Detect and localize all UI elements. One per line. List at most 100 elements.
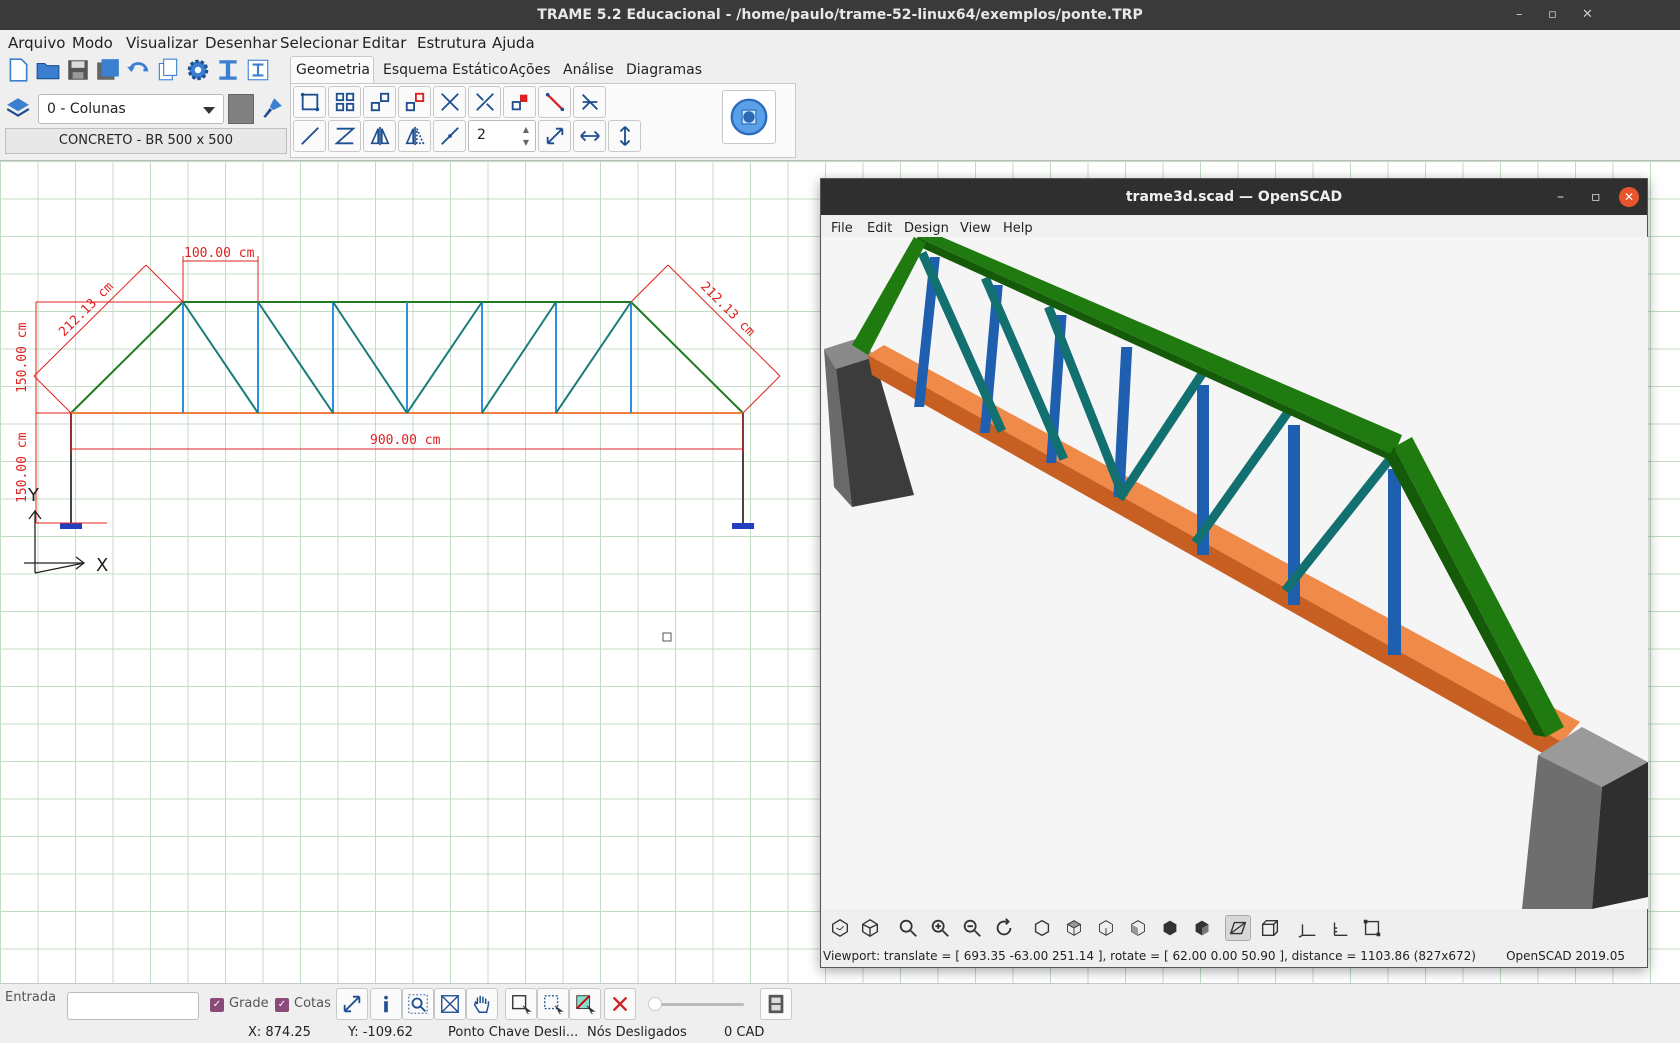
copy-node-button[interactable] [398, 86, 431, 118]
tab-diagramas[interactable]: Diagramas [626, 62, 702, 78]
os-view-right-button[interactable] [1029, 915, 1055, 941]
paint-button[interactable] [256, 92, 288, 124]
cancel-button[interactable] [604, 988, 636, 1020]
grid-array-button[interactable] [328, 86, 361, 118]
os-zoom-in-button[interactable] [927, 915, 953, 941]
pan-button[interactable] [466, 988, 498, 1020]
join-nodes-button[interactable] [503, 86, 536, 118]
menu-editar[interactable]: Editar [362, 34, 406, 52]
zoom-extents-button[interactable] [336, 988, 368, 1020]
menu-estrutura[interactable]: Estrutura [417, 34, 487, 52]
extend-button[interactable] [538, 120, 571, 152]
os-view-top-button[interactable] [1061, 915, 1087, 941]
vertical-members[interactable] [182, 302, 632, 413]
layer-select[interactable]: 0 - Colunas [38, 94, 224, 124]
os-view-bottom-button[interactable] [1093, 915, 1119, 941]
zoom-slider-knob[interactable] [648, 997, 662, 1011]
mirror-button[interactable] [363, 120, 396, 152]
os-view-left-button[interactable] [1125, 915, 1151, 941]
menu-visualizar[interactable]: Visualizar [126, 34, 198, 52]
save-button[interactable] [62, 54, 94, 86]
section-properties-button[interactable] [242, 54, 274, 86]
section-button[interactable] [212, 54, 244, 86]
select-crossing-button[interactable] [537, 988, 569, 1020]
menu-arquivo[interactable]: Arquivo [8, 34, 65, 52]
mirror-copy-button[interactable] [398, 120, 431, 152]
status-nodes[interactable]: Nós Desligados [587, 1025, 687, 1040]
select-window-button[interactable] [505, 988, 537, 1020]
maximize-button[interactable]: ▫ [1548, 0, 1557, 30]
zoom-all-button[interactable] [434, 988, 466, 1020]
spin-up-icon[interactable]: ▲ [523, 125, 529, 134]
spin-down-icon[interactable]: ▼ [523, 138, 529, 147]
os-menu-design[interactable]: Design [904, 221, 949, 236]
menu-ajuda[interactable]: Ajuda [492, 34, 535, 52]
zoom-window-button[interactable] [402, 988, 434, 1020]
animation-button[interactable] [760, 988, 792, 1020]
os-preview-button[interactable] [827, 915, 853, 941]
grade-checkbox[interactable]: ✓ [210, 998, 224, 1012]
os-view-back-button[interactable] [1189, 915, 1215, 941]
tab-acoes[interactable]: Ações [509, 62, 551, 78]
os-menu-view[interactable]: View [960, 221, 991, 236]
cotas-checkbox[interactable]: ✓ [275, 998, 289, 1012]
os-reset-view-button[interactable] [991, 915, 1017, 941]
openscad-minimize-button[interactable]: – [1557, 179, 1564, 215]
stretch-horizontal-button[interactable] [573, 120, 606, 152]
entrada-input[interactable] [67, 992, 199, 1020]
os-scale-markers-button[interactable] [1327, 915, 1353, 941]
polyline-button[interactable] [328, 120, 361, 152]
os-view-all-button[interactable] [895, 915, 921, 941]
openscad-window[interactable]: trame3d.scad — OpenSCAD – ▫ ✕ File Edit … [820, 178, 1648, 968]
right-support[interactable] [732, 523, 754, 529]
openscad-maximize-button[interactable]: ▫ [1591, 179, 1601, 215]
tab-esquema-estatico[interactable]: Esquema Estático [383, 62, 508, 78]
openscad-close-button[interactable]: ✕ [1619, 187, 1639, 207]
os-orthogonal-button[interactable] [1257, 915, 1283, 941]
menu-desenhar[interactable]: Desenhar [205, 34, 277, 52]
move-node-button[interactable] [363, 86, 396, 118]
left-support[interactable] [60, 523, 82, 529]
connect-button[interactable] [573, 86, 606, 118]
select-layer-button[interactable] [569, 988, 601, 1020]
divide-bar-button[interactable] [433, 120, 466, 152]
settings-button[interactable] [182, 54, 214, 86]
os-render-button[interactable] [857, 915, 883, 941]
3d-view-button[interactable] [722, 90, 776, 144]
os-perspective-button[interactable] [1225, 915, 1251, 941]
move-node-icon [370, 92, 389, 112]
os-show-axes-button[interactable] [1295, 915, 1321, 941]
close-button[interactable]: ✕ [1582, 0, 1593, 30]
tab-analise[interactable]: Análise [563, 62, 614, 78]
openscad-3d-viewport[interactable] [822, 237, 1648, 909]
open-file-button[interactable] [32, 54, 64, 86]
os-menu-file[interactable]: File [831, 221, 853, 236]
minimize-button[interactable]: – [1516, 0, 1523, 30]
copy-button[interactable] [152, 54, 184, 86]
break-button[interactable] [468, 86, 501, 118]
os-zoom-out-button[interactable] [959, 915, 985, 941]
support-columns[interactable] [70, 413, 744, 523]
os-menu-edit[interactable]: Edit [867, 221, 892, 236]
menu-modo[interactable]: Modo [72, 34, 113, 52]
new-file-button[interactable] [2, 54, 34, 86]
draw-bar-button[interactable] [538, 86, 571, 118]
save-as-button[interactable] [92, 54, 124, 86]
stretch-vertical-button[interactable] [608, 120, 641, 152]
os-show-edges-button[interactable] [1359, 915, 1385, 941]
zoom-slider-track[interactable] [652, 1003, 744, 1006]
intersect-button[interactable] [433, 86, 466, 118]
os-view-front-button[interactable] [1157, 915, 1183, 941]
layer-color-swatch[interactable] [228, 94, 254, 124]
status-snap-mode[interactable]: Ponto Chave Desli... [448, 1025, 578, 1040]
line-button[interactable] [293, 120, 326, 152]
undo-button[interactable] [122, 54, 154, 86]
menu-selecionar[interactable]: Selecionar [280, 34, 359, 52]
select-frame-button[interactable] [293, 86, 326, 118]
subdivisions-spinner[interactable]: 2 ▲ ▼ [468, 120, 536, 152]
info-button[interactable] [370, 988, 402, 1020]
tab-geometria[interactable]: Geometria [296, 62, 370, 78]
layers-button[interactable] [2, 92, 34, 124]
os-menu-help[interactable]: Help [1003, 221, 1033, 236]
status-mode[interactable]: 0 CAD [724, 1025, 764, 1040]
